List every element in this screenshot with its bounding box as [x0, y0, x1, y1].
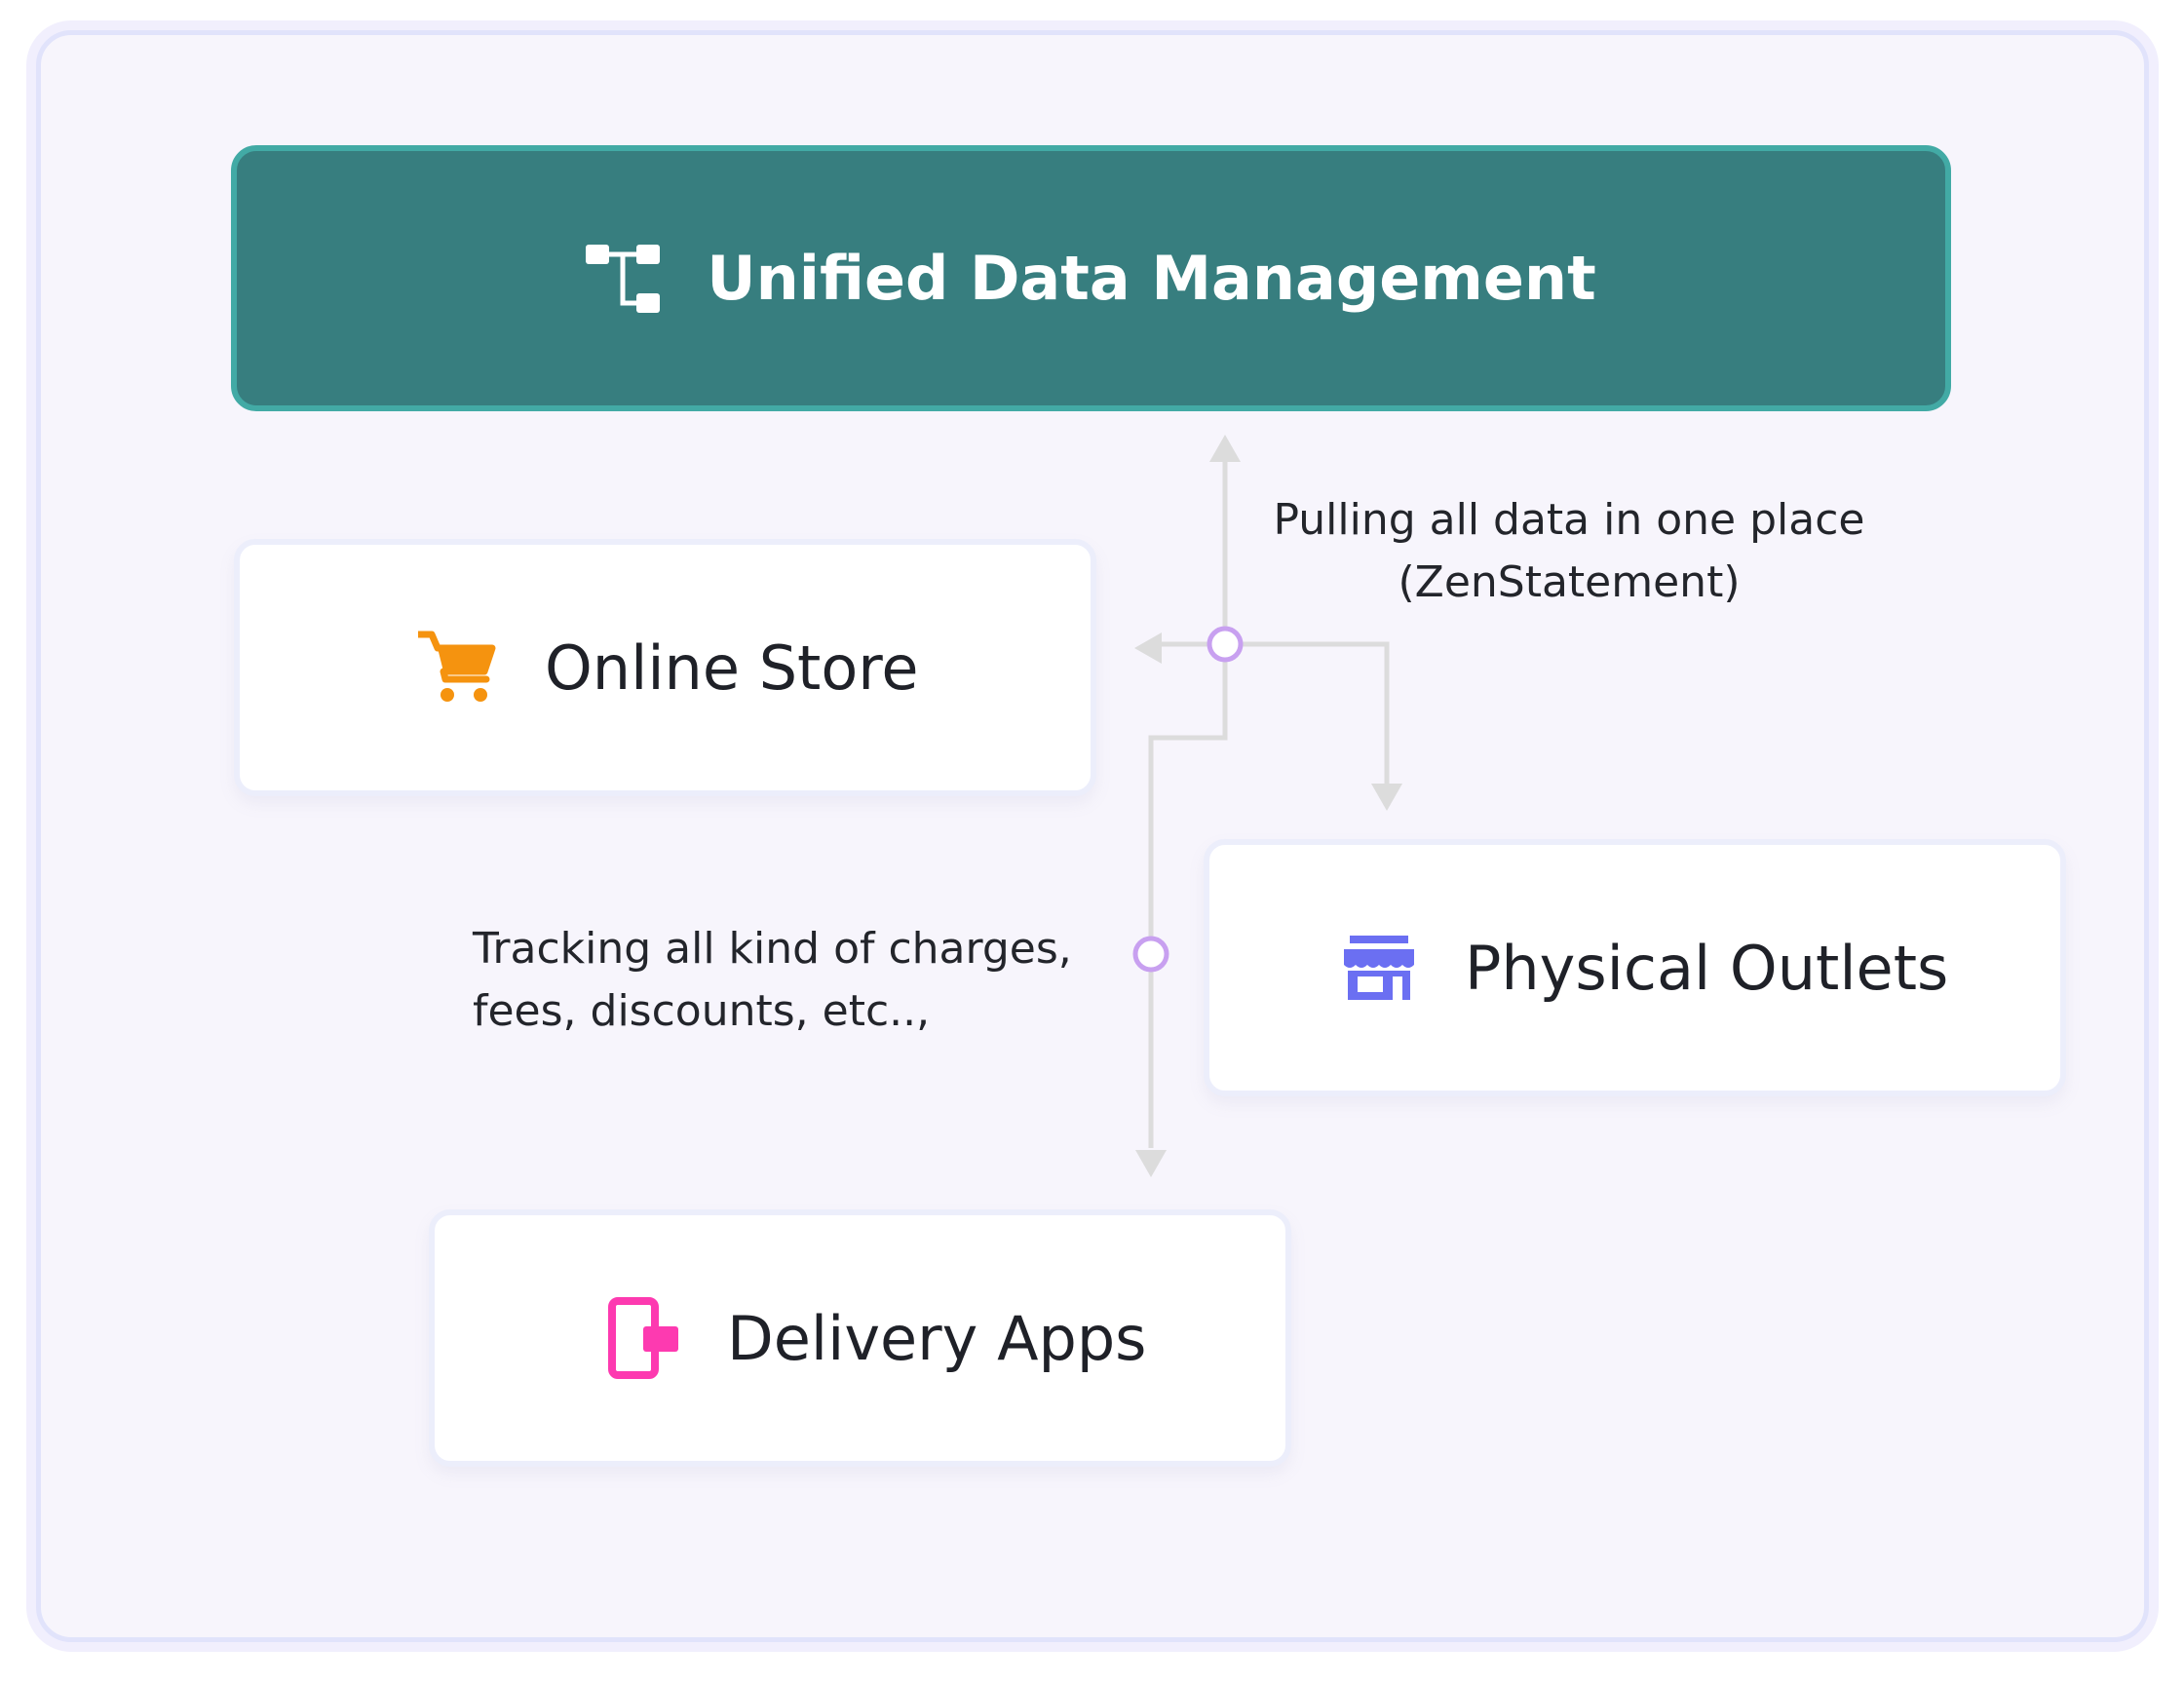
hub-title: Unified Data Management — [707, 243, 1596, 314]
shopping-cart-icon — [418, 631, 496, 702]
unified-data-management-box: Unified Data Management — [231, 145, 1951, 411]
online-store-label: Online Store — [545, 632, 919, 704]
online-store-card: Online Store — [234, 539, 1096, 796]
physical-outlets-label: Physical Outlets — [1465, 932, 1949, 1004]
pulling-data-line-1: Pulling all data in one place — [1273, 495, 1865, 545]
pulling-data-line-2: (ZenStatement) — [1398, 557, 1741, 607]
hierarchy-icon — [586, 244, 661, 313]
storefront-icon — [1344, 936, 1414, 1000]
mobile-phone-icon — [608, 1297, 678, 1379]
tracking-charges-line-1: Tracking all kind of charges, — [473, 924, 1072, 974]
physical-outlets-card: Physical Outlets — [1204, 839, 2066, 1096]
tracking-charges-line-2: fees, discounts, etc.., — [473, 986, 931, 1036]
delivery-apps-label: Delivery Apps — [727, 1302, 1147, 1374]
tracking-charges-annotation: Tracking all kind of charges, fees, disc… — [473, 918, 1072, 1043]
pulling-data-annotation: Pulling all data in one place (ZenStatem… — [1257, 489, 1881, 614]
delivery-apps-card: Delivery Apps — [429, 1209, 1291, 1467]
